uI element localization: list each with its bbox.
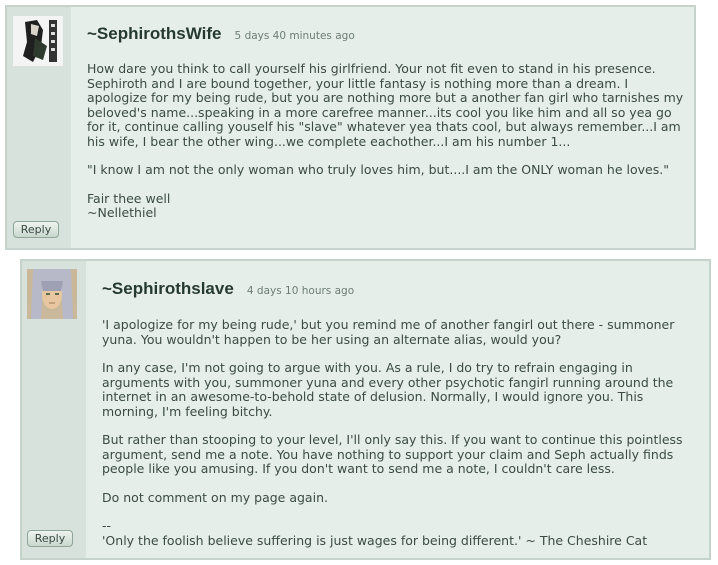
- comment-paragraph: But rather than stooping to your level, …: [102, 432, 683, 476]
- timestamp[interactable]: 5 days 40 minutes ago: [235, 30, 355, 42]
- comment-text: How dare you think to call yourself his …: [87, 61, 687, 221]
- comment-paragraph: -- 'Only the foolish believe suffering i…: [102, 518, 648, 548]
- comment-paragraph: Fair thee well ~Nellethiel: [87, 190, 171, 220]
- comment-paragraph: How dare you think to call yourself his …: [87, 61, 684, 149]
- comment-card: Reply ~Sephirothslave 4 days 10 hours ag…: [20, 259, 711, 560]
- reply-button[interactable]: Reply: [13, 221, 59, 238]
- avatar-image: [13, 16, 63, 66]
- username-link[interactable]: ~Sephirothslave: [102, 279, 234, 298]
- username-link[interactable]: ~SephirothsWife: [87, 24, 221, 43]
- comment-text: 'I apologize for my being rude,' but you…: [102, 317, 702, 548]
- avatar[interactable]: [27, 269, 77, 319]
- avatar-image: [27, 269, 77, 319]
- comment-paragraph: 'I apologize for my being rude,' but you…: [102, 317, 675, 347]
- reply-button[interactable]: Reply: [27, 530, 73, 547]
- comment-header: ~Sephirothslave 4 days 10 hours ago: [102, 279, 702, 299]
- comment-card: Reply ~SephirothsWife 5 days 40 minutes …: [5, 5, 696, 250]
- comment-body: ~SephirothsWife 5 days 40 minutes ago Ho…: [87, 24, 687, 235]
- comment-body: ~Sephirothslave 4 days 10 hours ago 'I a…: [102, 279, 702, 562]
- avatar[interactable]: [13, 16, 63, 66]
- comment-header: ~SephirothsWife 5 days 40 minutes ago: [87, 24, 687, 44]
- comment-paragraph: Do not comment on my page again.: [102, 489, 328, 505]
- comment-paragraph: In any case, I'm not going to argue with…: [102, 360, 674, 419]
- comment-paragraph: "I know I am not the only woman who trul…: [87, 162, 669, 177]
- timestamp[interactable]: 4 days 10 hours ago: [247, 285, 354, 297]
